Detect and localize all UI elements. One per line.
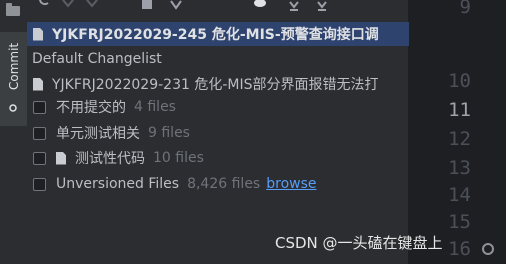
diff-icon[interactable] <box>169 0 183 12</box>
changelist-icon <box>33 27 43 41</box>
line-number: 14 <box>448 184 471 206</box>
commit-panel: YJKFRJ2022029-245 危化-MIS-预警查询接口调 Default… <box>27 0 414 264</box>
changelist-title: 单元测试相关 <box>56 126 140 142</box>
changelist-checkbox[interactable] <box>33 177 46 191</box>
changelist-icon <box>56 151 66 165</box>
changelist-checkbox[interactable] <box>33 151 46 165</box>
changelist-row-default[interactable]: Default Changelist <box>27 47 413 71</box>
changelist-row-active[interactable]: YJKFRJ2022029-245 危化-MIS-预警查询接口调 <box>27 22 414 46</box>
changelist-title: YJKFRJ2022029-231 危化-MIS部分界面报错无法打 <box>52 77 379 93</box>
changelist-title: YJKFRJ2022029-245 危化-MIS-预警查询接口调 <box>52 27 379 43</box>
tool-window-strip: Commit <box>0 0 28 264</box>
csdn-watermark: CSDN @一头磕在键盘上 <box>275 234 443 252</box>
commit-tab-label: Commit <box>7 42 21 90</box>
line-number: 12 <box>448 128 471 150</box>
browse-link[interactable]: browse <box>266 176 316 192</box>
changelist-icon <box>33 77 43 91</box>
changelist-checkbox[interactable] <box>33 100 46 114</box>
changelist-row[interactable]: 测试性代码 10 files <box>27 146 414 170</box>
collapse-all-icon[interactable] <box>315 0 329 12</box>
line-number: 9 <box>459 0 471 18</box>
gear-icon <box>482 243 494 255</box>
changelist-title: 测试性代码 <box>75 151 145 167</box>
changelist-title: Unversioned Files <box>56 176 180 192</box>
refresh-icon[interactable] <box>37 0 51 12</box>
line-number-current: 11 <box>448 99 471 121</box>
changelist-title: 不用提交的 <box>56 100 126 116</box>
project-folder-icon[interactable] <box>6 3 20 16</box>
changelist-checkbox[interactable] <box>33 126 46 140</box>
commit-icon <box>9 104 17 112</box>
file-count: 4 files <box>134 99 176 115</box>
changelist-row[interactable]: YJKFRJ2022029-231 危化-MIS部分界面报错无法打 <box>27 72 414 96</box>
file-count: 9 files <box>148 125 190 141</box>
view-options-icon[interactable] <box>253 0 267 12</box>
commit-toolbar <box>27 0 408 18</box>
shelve-icon[interactable] <box>140 0 154 12</box>
changelist-row[interactable]: 单元测试相关 9 files <box>27 121 414 145</box>
line-number: 15 <box>448 211 471 233</box>
editor-gutter: 9 10 11 12 13 14 15 16 <box>409 0 506 264</box>
changelist-title: Default Changelist <box>32 51 162 67</box>
changelist-row-unversioned[interactable]: Unversioned Files 8,426 files browse <box>27 172 414 196</box>
file-count: 10 files <box>153 150 204 166</box>
undo-icon[interactable] <box>85 0 99 12</box>
expand-all-icon[interactable] <box>287 0 301 12</box>
changelist-row[interactable]: 不用提交的 4 files <box>27 95 414 119</box>
rollback-icon[interactable] <box>61 0 75 12</box>
line-number: 13 <box>448 157 471 179</box>
line-number: 10 <box>448 70 471 92</box>
file-count: 8,426 files <box>187 176 261 192</box>
